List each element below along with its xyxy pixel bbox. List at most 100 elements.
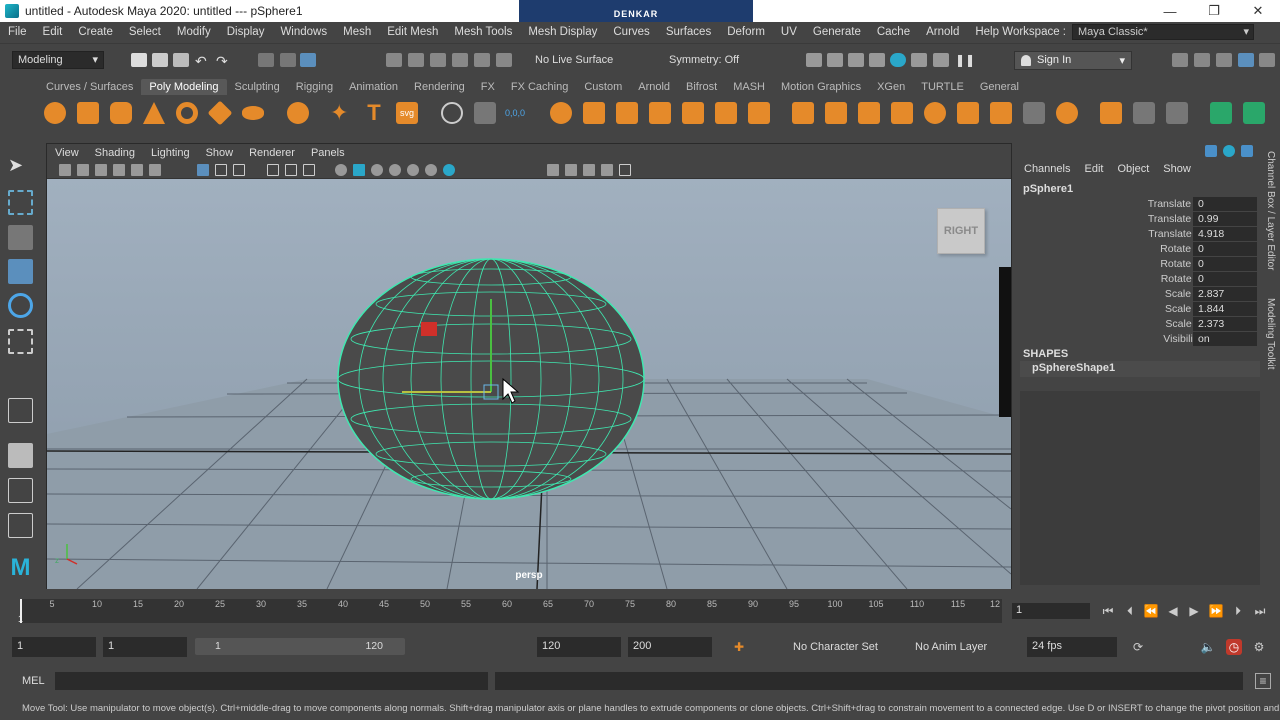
svg-tool-icon[interactable]: svg <box>396 102 418 124</box>
poly-torus-icon[interactable] <box>176 102 198 124</box>
select-camera-icon[interactable] <box>59 164 71 176</box>
script-editor-icon[interactable]: ≡ <box>1255 673 1271 689</box>
attr-value[interactable]: 2.837 <box>1193 287 1257 301</box>
ipr-render-icon[interactable] <box>848 53 864 67</box>
smooth-icon[interactable] <box>649 102 671 124</box>
step-forward-key-icon[interactable]: ⏩ <box>1208 603 1224 619</box>
poly-disc-icon[interactable] <box>242 106 264 120</box>
target-weld-icon[interactable] <box>1166 102 1188 124</box>
reduce-icon[interactable] <box>682 102 704 124</box>
bookmark-icon[interactable] <box>95 164 107 176</box>
menu-generate[interactable]: Generate <box>805 26 869 38</box>
film-gate-icon[interactable] <box>215 164 227 176</box>
grid-toggle-icon[interactable] <box>197 164 209 176</box>
side-object[interactable] <box>999 267 1011 417</box>
minimize-icon[interactable]: — <box>1148 0 1192 22</box>
menu-select[interactable]: Select <box>121 26 169 38</box>
bridge-icon[interactable] <box>825 102 847 124</box>
anim-prefs-icon[interactable]: ⚙ <box>1251 639 1267 655</box>
sweep-mesh-icon[interactable] <box>441 102 463 124</box>
menu-set-dropdown[interactable]: Modeling <box>12 51 104 69</box>
render-settings-icon[interactable] <box>869 53 885 67</box>
character-set-selector[interactable]: No Character Set <box>793 641 878 653</box>
attr-value[interactable]: 0 <box>1193 257 1257 271</box>
menu-modify[interactable]: Modify <box>169 26 219 38</box>
menu-deform[interactable]: Deform <box>719 26 773 38</box>
field-chart-icon[interactable] <box>285 164 297 176</box>
live-surface-field[interactable]: No Live Surface <box>530 53 618 69</box>
menu-arnold[interactable]: Arnold <box>918 26 967 38</box>
attr-value[interactable]: 1.844 <box>1193 302 1257 316</box>
symmetry-field[interactable]: Symmetry: Off <box>664 53 744 69</box>
render-frame-icon[interactable] <box>827 53 843 67</box>
resolution-gate-icon[interactable] <box>233 164 245 176</box>
two-d-pan-zoom-icon[interactable] <box>131 164 143 176</box>
snap-surface-icon[interactable] <box>474 53 490 67</box>
shelf-tab-arnold[interactable]: Arnold <box>630 79 678 95</box>
shelf-tab-animation[interactable]: Animation <box>341 79 406 95</box>
attr-row-rotate-x[interactable]: Rotate X0 <box>1017 242 1263 257</box>
menu-help[interactable]: Help <box>967 26 1007 38</box>
smooth-shade-icon[interactable] <box>353 164 365 176</box>
poly-cube-icon[interactable] <box>77 102 99 124</box>
step-forward-frame-icon[interactable]: ⏵ <box>1230 603 1246 619</box>
shelf-tab-poly-modeling[interactable]: Poly Modeling <box>141 78 227 95</box>
menu-uv[interactable]: UV <box>773 26 805 38</box>
side-tab-channel-box[interactable]: Channel Box / Layer Editor <box>1265 151 1276 271</box>
shelf-tab-rigging[interactable]: Rigging <box>288 79 341 95</box>
menu-create[interactable]: Create <box>70 26 121 38</box>
attr-row-translate-y[interactable]: Translate Y 0.99 <box>1017 212 1263 227</box>
maximize-icon[interactable]: ❐ <box>1192 0 1236 22</box>
select-hierarchy-icon[interactable] <box>258 53 274 67</box>
viewport-scene[interactable]: z RIGHT persp <box>47 179 1011 589</box>
shelf-tab-bifrost[interactable]: Bifrost <box>678 79 725 95</box>
origin-icon[interactable]: 0,0,0 <box>504 102 526 124</box>
outliner-toggle-icon[interactable] <box>1259 53 1275 67</box>
uv-unfold-icon[interactable] <box>1243 102 1265 124</box>
color-management-icon[interactable] <box>619 164 631 176</box>
attr-row-scale-z[interactable]: Scale Z 2.373 <box>1017 317 1263 332</box>
separate-icon[interactable] <box>474 102 496 124</box>
isolate-select-icon[interactable] <box>443 164 455 176</box>
move-tool-icon[interactable] <box>8 259 33 284</box>
fill-hole-icon[interactable] <box>891 102 913 124</box>
tool-settings-small-icon[interactable] <box>1241 145 1253 157</box>
step-back-key-icon[interactable]: ⏪ <box>1143 603 1159 619</box>
attr-value[interactable]: on <box>1193 332 1257 346</box>
viewport-menu-show[interactable]: Show <box>198 147 242 159</box>
retopo-icon[interactable] <box>748 102 770 124</box>
playback-end-field[interactable]: 120 <box>537 637 621 657</box>
use-all-lights-icon[interactable] <box>407 164 419 176</box>
side-tab-modeling-toolkit[interactable]: Modeling Toolkit <box>1265 298 1276 370</box>
viewport-menu-shading[interactable]: Shading <box>87 147 143 159</box>
exposure-icon[interactable] <box>601 164 613 176</box>
scale-tool-icon[interactable] <box>8 329 33 354</box>
tool-settings-icon[interactable] <box>1216 53 1232 67</box>
step-back-frame-icon[interactable]: ⏴ <box>1122 603 1138 619</box>
hypershade-icon[interactable] <box>890 53 906 67</box>
attr-value[interactable]: 0 <box>1193 242 1257 256</box>
cache-icon[interactable]: ◷ <box>1226 639 1242 655</box>
select-object-icon[interactable] <box>280 53 296 67</box>
command-input[interactable] <box>55 672 488 690</box>
shelf-tab-turtle[interactable]: TURTLE <box>913 79 972 95</box>
super-shape-icon[interactable]: ✦ <box>330 102 352 124</box>
mirror-icon[interactable] <box>616 102 638 124</box>
attr-row-visibility[interactable]: Visibility on <box>1017 332 1263 347</box>
sign-in-button[interactable]: Sign In <box>1014 51 1132 70</box>
poly-sphere-icon[interactable] <box>44 102 66 124</box>
snap-point-icon[interactable] <box>430 53 446 67</box>
wireframe-on-shaded-icon[interactable] <box>371 164 383 176</box>
workspace-dropdown[interactable]: Maya Classic* <box>1072 24 1254 40</box>
circularize-icon[interactable] <box>1023 102 1045 124</box>
range-slider[interactable]: 1 120 <box>195 638 405 655</box>
render-view-icon[interactable] <box>806 53 822 67</box>
shelf-tab-fx[interactable]: FX <box>473 79 503 95</box>
attribute-filter-icon[interactable] <box>1205 145 1217 157</box>
shelf-tab-rendering[interactable]: Rendering <box>406 79 473 95</box>
time-slider-track[interactable]: 5 10 15 20 25 30 35 40 45 50 55 60 65 70… <box>20 599 1002 623</box>
animation-end-field[interactable]: 200 <box>628 637 712 657</box>
image-plane-icon[interactable] <box>113 164 125 176</box>
attr-value[interactable]: 0 <box>1193 272 1257 286</box>
cmd-language-label[interactable]: MEL <box>22 675 45 687</box>
